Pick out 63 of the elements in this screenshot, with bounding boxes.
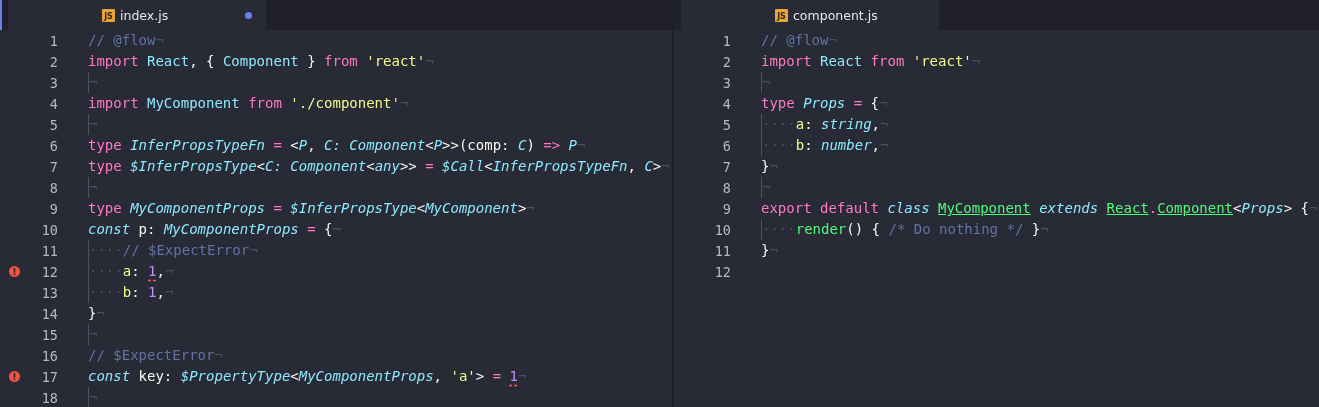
line-number: 4 [721, 95, 731, 112]
code-line: import React, { Component } from 'react'¬ [88, 52, 434, 71]
line-number: 9 [721, 200, 731, 217]
line-number: 8 [721, 179, 731, 196]
code-line: ····// $ExpectError¬ [88, 240, 258, 261]
file-tab[interactable]: JS index.js [8, 0, 266, 30]
code-line: }¬ [761, 241, 778, 260]
code-line: ····a: string,¬ [761, 114, 889, 135]
line-number: 10 [713, 221, 731, 238]
line-number: 3 [721, 74, 731, 91]
line-number: 11 [713, 242, 731, 259]
code-line: // @flow¬ [761, 31, 837, 50]
line-number: 6 [48, 137, 58, 154]
line-number: 4 [48, 95, 58, 112]
file-tab[interactable]: JS component.js [681, 0, 939, 30]
line-number: 13 [40, 284, 58, 301]
code-line: ····a: 1,¬ [88, 261, 174, 282]
code-line: export default class MyComponent extends React.Component<Props> {¬ [761, 199, 1318, 218]
line-number: 2 [721, 53, 731, 70]
code-line: ¬ [88, 114, 98, 135]
code-line: }¬ [88, 304, 105, 323]
line-number: 8 [48, 179, 58, 196]
line-number: 6 [721, 137, 731, 154]
line-number: 7 [721, 158, 731, 175]
line-number: 10 [40, 221, 58, 238]
line-number: 9 [48, 200, 58, 217]
code-line: const key: $PropertyType<MyComponentProps, 'a'> = 1¬ [88, 367, 527, 386]
code-line: type MyComponentProps = $InferPropsType<MyComponent>¬ [88, 199, 535, 218]
line-number: 2 [48, 53, 58, 70]
code-line: ¬ [761, 72, 771, 93]
line-number: 18 [40, 389, 58, 406]
line-number: 1 [48, 32, 58, 49]
line-number: 3 [48, 74, 58, 91]
line-number: 14 [40, 305, 58, 322]
code-line: ¬ [88, 324, 98, 345]
code-line: ····b: number,¬ [761, 135, 889, 156]
line-number: 17 [40, 368, 58, 385]
line-number: 7 [48, 158, 58, 175]
code-line: ····b: 1,¬ [88, 282, 174, 303]
code-line: ¬ [761, 177, 771, 198]
code-line: ¬ [88, 72, 98, 93]
code-line: ¬ [88, 177, 98, 198]
code-line: ····render() { /* Do nothing */ }¬ [761, 219, 1049, 240]
code-line: type Props = {¬ [761, 94, 888, 113]
code-line: const p: MyComponentProps = {¬ [88, 220, 341, 239]
line-number: 15 [40, 326, 58, 343]
line-number: 5 [48, 116, 58, 133]
code-line: // @flow¬ [88, 31, 164, 50]
code-line: type $InferPropsType<C: Component<any>> = $Call<InferPropsTypeFn, C>¬ [88, 157, 670, 176]
code-line: type InferPropsTypeFn = <P, C: Component<P>>(comp: C) => P¬ [88, 136, 586, 155]
code-line: // $ExpectError¬ [88, 346, 223, 365]
code-line: }¬ [761, 157, 778, 176]
code-line: import MyComponent from './component'¬ [88, 94, 409, 113]
line-number: 12 [713, 263, 731, 280]
code-line: ¬ [88, 387, 98, 407]
js-file-icon: JS [102, 8, 115, 22]
line-number: 11 [40, 242, 58, 259]
line-number: 16 [40, 347, 58, 364]
line-number: 12 [40, 263, 58, 280]
line-number: 1 [721, 32, 731, 49]
code-line: import React from 'react'¬ [761, 52, 981, 71]
line-number: 5 [721, 116, 731, 133]
js-file-icon: JS [775, 8, 788, 22]
